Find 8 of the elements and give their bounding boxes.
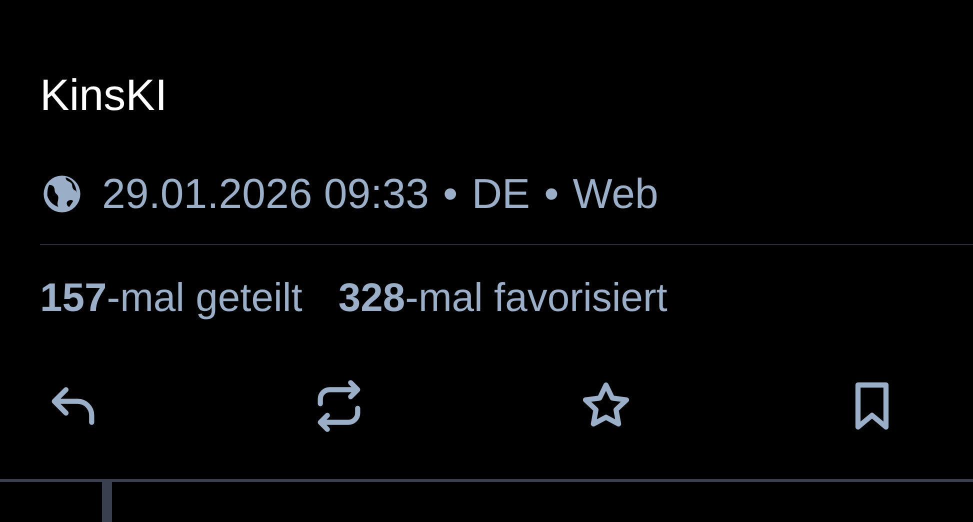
post-source: Web bbox=[572, 169, 658, 219]
separator-dot: • bbox=[442, 169, 458, 219]
post-timestamp: 29.01.2026 09:33 bbox=[102, 169, 429, 219]
author-name: KinsKI bbox=[40, 70, 168, 122]
post-language: DE bbox=[472, 169, 530, 219]
stat-link[interactable]: 157-mal geteilt bbox=[40, 273, 302, 323]
stat-link[interactable]: 328-mal favorisiert bbox=[338, 273, 668, 323]
separator-dot: • bbox=[544, 169, 559, 219]
